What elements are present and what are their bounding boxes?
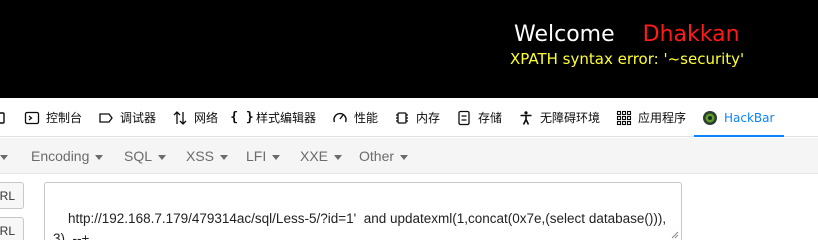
menu-lfi[interactable]: LFI	[246, 138, 281, 174]
tab-application-label: 应用程序	[638, 111, 687, 125]
tab-console-label: 控制台	[46, 111, 83, 125]
url-textarea-value: http://192.168.7.179/479314ac/sql/Less-5…	[53, 211, 667, 240]
chevron-down-icon	[0, 154, 8, 160]
resize-handle-icon[interactable]	[671, 231, 679, 239]
tab-console[interactable]: 控制台	[24, 98, 82, 137]
tab-style-editor-label: 样式编辑器	[256, 111, 317, 125]
tab-application[interactable]: 应用程序	[616, 98, 686, 137]
application-icon	[616, 110, 632, 126]
inspector-tab-partial[interactable]	[0, 98, 6, 137]
split-url-button[interactable]: RL	[0, 217, 24, 240]
chevron-down-icon	[95, 154, 104, 160]
tab-network[interactable]: 网络	[172, 98, 218, 137]
menu-sql-label: SQL	[124, 148, 153, 164]
menu-encoding-label: Encoding	[31, 148, 90, 164]
devtools-toolbar: 控制台 调试器 网络 { } 样式编辑器 性能 内存 存储 无障碍环境 应用程序…	[0, 98, 818, 137]
menu-other[interactable]: Other	[359, 138, 409, 174]
storage-icon	[456, 110, 472, 126]
error-message: XPATH syntax error: '~security'	[510, 50, 745, 68]
tab-storage-label: 存储	[478, 111, 503, 125]
menu-xss-label: XSS	[186, 148, 215, 164]
tab-accessibility[interactable]: 无障碍环境	[518, 98, 600, 137]
url-textarea[interactable]: http://192.168.7.179/479314ac/sql/Less-5…	[44, 182, 682, 240]
chevron-down-icon	[158, 154, 167, 160]
tab-storage[interactable]: 存储	[456, 98, 502, 137]
menu-other-label: Other	[359, 148, 395, 164]
tab-debugger[interactable]: 调试器	[98, 98, 156, 137]
menu-partial-dropdown[interactable]	[0, 138, 8, 174]
tab-performance[interactable]: 性能	[332, 98, 378, 137]
menu-sql[interactable]: SQL	[124, 138, 167, 174]
tab-debugger-label: 调试器	[120, 111, 157, 125]
performance-icon	[332, 110, 348, 126]
memory-icon	[394, 110, 410, 126]
debugger-icon	[98, 110, 114, 126]
hackbar-body: RL RL http://192.168.7.179/479314ac/sql/…	[0, 175, 818, 240]
style-editor-icon: { }	[230, 110, 254, 125]
inspector-icon	[0, 110, 6, 126]
accessibility-icon	[518, 110, 534, 126]
chevron-down-icon	[220, 154, 229, 160]
menu-lfi-label: LFI	[246, 148, 267, 164]
tab-hackbar-label: HackBar	[724, 110, 775, 125]
tab-hackbar[interactable]: HackBar	[702, 98, 774, 137]
chevron-down-icon	[334, 154, 343, 160]
chevron-down-icon	[400, 154, 409, 160]
menu-encoding[interactable]: Encoding	[31, 138, 104, 174]
network-icon	[172, 110, 188, 126]
welcome-message: Welcome Dhakkan	[514, 20, 740, 50]
menu-xss[interactable]: XSS	[186, 138, 229, 174]
load-url-button[interactable]: RL	[0, 182, 24, 209]
tab-network-label: 网络	[194, 111, 219, 125]
hackbar-menu-bar: Encoding SQL XSS LFI XXE Other	[0, 138, 818, 174]
tab-memory-label: 内存	[416, 111, 441, 125]
tab-accessibility-label: 无障碍环境	[540, 111, 601, 125]
username-text: Dhakkan	[642, 22, 740, 47]
tab-performance-label: 性能	[354, 111, 379, 125]
page-content: Welcome Dhakkan XPATH syntax error: '~sec…	[0, 0, 818, 98]
menu-xxe-label: XXE	[300, 148, 329, 164]
tab-memory[interactable]: 内存	[394, 98, 440, 137]
tab-style-editor[interactable]: { } 样式编辑器	[230, 98, 317, 137]
welcome-text: Welcome	[514, 22, 615, 47]
chevron-down-icon	[272, 154, 281, 160]
console-icon	[24, 110, 40, 126]
hackbar-icon	[702, 110, 718, 126]
active-tab-indicator	[694, 135, 784, 137]
menu-xxe[interactable]: XXE	[300, 138, 343, 174]
